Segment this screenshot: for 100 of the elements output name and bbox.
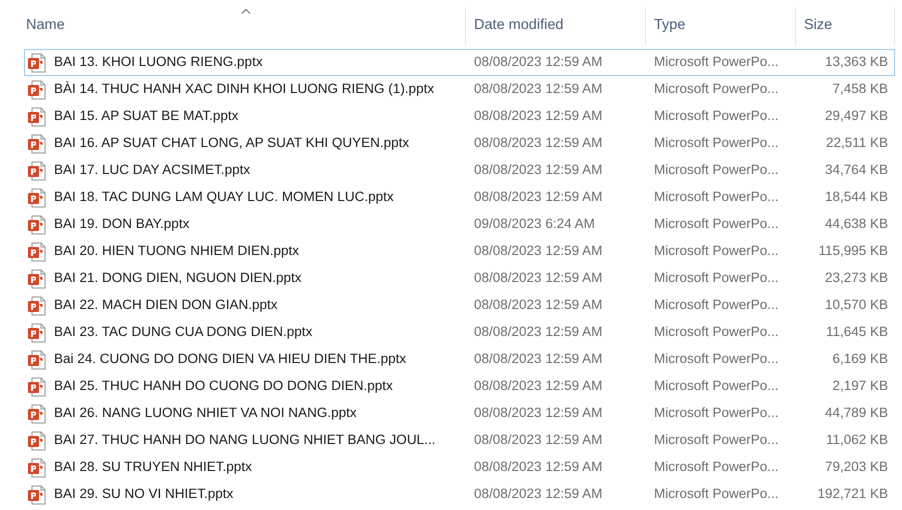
file-type: Microsoft PowerPo... — [653, 215, 780, 234]
file-type: Microsoft PowerPo... — [653, 323, 780, 342]
file-size: 11,062 KB — [824, 431, 889, 450]
file-size: 13,363 KB — [824, 53, 889, 72]
presentation-file-icon — [27, 242, 47, 262]
column-header[interactable]: Date modified — [465, 8, 645, 45]
file-row[interactable]: BAI 23. TAC DUNG CUA DONG DIEN.pptx 08/08/2023 12:59 AM Microsoft PowerPo... 11,645 KB — [24, 319, 895, 346]
presentation-file-icon — [27, 214, 47, 234]
file-row[interactable]: BAI 22. MACH DIEN DON GIAN.pptx 08/08/2023 12:59 AM Microsoft PowerPo... 10,570 KB — [24, 292, 895, 319]
file-name: Bai 24. CUONG DO DONG DIEN VA HIEU DIEN THE.pptx — [54, 350, 406, 368]
date-modified: 08/08/2023 12:59 AM — [473, 161, 604, 180]
date-modified: 08/08/2023 12:59 AM — [473, 323, 604, 342]
file-row[interactable]: BAI 28. SU TRUYEN NHIET.pptx 08/08/2023 12:59 AM Microsoft PowerPo... 79,203 KB — [24, 454, 895, 481]
date-modified: 09/08/2023 6:24 AM — [473, 215, 596, 234]
file-row[interactable]: BAI 15. AP SUAT BE MAT.pptx 08/08/2023 12:59 AM Microsoft PowerPo... 29,497 KB — [24, 103, 895, 130]
date-modified: 08/08/2023 12:59 AM — [473, 458, 604, 476]
file-row[interactable]: BAI 21. DONG DIEN, NGUON DIEN.pptx 08/08/2023 12:59 AM Microsoft PowerPo... 23,273 KB — [24, 265, 895, 292]
column-header[interactable]: Size — [795, 8, 895, 45]
presentation-file-icon — [27, 458, 47, 478]
sort-ascending-icon — [240, 8, 250, 14]
file-type: Microsoft PowerPo... — [653, 269, 780, 288]
presentation-file-icon — [27, 188, 47, 208]
file-name: BAI 20. HIEN TUONG NHIEM DIEN.pptx — [54, 242, 300, 260]
file-name: BAI 15. AP SUAT BE MAT.pptx — [54, 107, 238, 126]
file-type: Microsoft PowerPo... — [653, 377, 780, 396]
file-type: Microsoft PowerPo... — [653, 431, 780, 450]
date-modified: 08/08/2023 12:59 AM — [473, 134, 604, 152]
presentation-file-icon — [27, 322, 47, 342]
file-size: 44,638 KB — [824, 215, 889, 234]
file-type: Microsoft PowerPo... — [653, 458, 780, 476]
file-name: BAI 29. SU NO VI NHIET.pptx — [54, 485, 234, 504]
file-size: 6,169 KB — [831, 350, 889, 368]
file-row[interactable]: BAI 27. THUC HANH DO NANG LUONG NHIET BANG JOUL... 08/08/2023 12:59 AM Microsoft PowerPo... 11,062 KB — [24, 427, 895, 454]
presentation-file-icon — [27, 52, 47, 72]
file-name: BAI 26. NANG LUONG NHIET VA NOI NANG.pptx — [54, 404, 357, 422]
file-name: BAI 25. THUC HANH DO CUONG DO DONG DIEN.pptx — [54, 377, 393, 396]
file-size: 29,497 KB — [824, 107, 889, 126]
file-size: 34,764 KB — [824, 161, 889, 180]
file-row[interactable]: BAI 13. KHOI LUONG RIENG.pptx 08/08/2023 12:59 AM Microsoft PowerPo... 13,363 KB — [24, 49, 895, 76]
presentation-file-icon — [27, 484, 47, 504]
column-header[interactable]: Name — [24, 2, 465, 45]
file-size: 7,458 KB — [831, 80, 889, 98]
presentation-file-icon — [27, 376, 47, 396]
date-modified: 08/08/2023 12:59 AM — [473, 80, 604, 98]
file-size: 11,645 KB — [824, 323, 889, 342]
file-type: Microsoft PowerPo... — [653, 134, 780, 152]
presentation-file-icon — [27, 106, 47, 126]
file-row[interactable]: BAI 20. HIEN TUONG NHIEM DIEN.pptx 08/08/2023 12:59 AM Microsoft PowerPo... 115,995 KB — [24, 238, 895, 265]
file-row[interactable]: BAI 19. DON BAY.pptx 09/08/2023 6:24 AM Microsoft PowerPo... 44,638 KB — [24, 211, 895, 238]
date-modified: 08/08/2023 12:59 AM — [473, 350, 604, 368]
file-size: 192,721 KB — [816, 485, 889, 504]
file-name: BÀI 14. THUC HANH XAC DINH KHOI LUONG RIENG (1).pptx — [54, 80, 434, 98]
file-type: Microsoft PowerPo... — [653, 404, 780, 422]
date-modified: 08/08/2023 12:59 AM — [473, 296, 604, 314]
date-modified: 08/08/2023 12:59 AM — [473, 53, 604, 72]
date-modified: 08/08/2023 12:59 AM — [473, 242, 604, 260]
column-header[interactable]: Type — [645, 8, 795, 45]
file-name: BAI 18. TAC DUNG LAM QUAY LUC. MOMEN LUC.pptx — [54, 188, 394, 206]
file-row[interactable]: BAI 16. AP SUAT CHAT LONG, AP SUAT KHI QUYEN.pptx 08/08/2023 12:59 AM Microsoft PowerPo... 22,511 KB — [24, 130, 895, 157]
file-type: Microsoft PowerPo... — [653, 80, 780, 98]
file-type: Microsoft PowerPo... — [653, 188, 780, 206]
file-size: 18,544 KB — [824, 188, 889, 206]
file-type: Microsoft PowerPo... — [653, 53, 780, 72]
date-modified: 08/08/2023 12:59 AM — [473, 404, 604, 422]
file-type: Microsoft PowerPo... — [653, 107, 780, 126]
file-name: BAI 16. AP SUAT CHAT LONG, AP SUAT KHI QUYEN.pptx — [54, 134, 410, 152]
file-size: 22,511 KB — [824, 134, 889, 152]
date-modified: 08/08/2023 12:59 AM — [473, 485, 604, 504]
file-name: BAI 13. KHOI LUONG RIENG.pptx — [54, 53, 263, 72]
file-name: BAI 23. TAC DUNG CUA DONG DIEN.pptx — [54, 323, 312, 342]
presentation-file-icon — [27, 404, 47, 424]
file-name: BAI 21. DONG DIEN, NGUON DIEN.pptx — [54, 269, 302, 288]
file-type: Microsoft PowerPo... — [653, 485, 780, 504]
file-name: BAI 17. LUC DAY ACSIMET.pptx — [54, 161, 250, 180]
file-name: BAI 28. SU TRUYEN NHIET.pptx — [54, 458, 252, 476]
date-modified: 08/08/2023 12:59 AM — [473, 377, 604, 396]
file-type: Microsoft PowerPo... — [653, 242, 780, 260]
file-row[interactable]: BAI 25. THUC HANH DO CUONG DO DONG DIEN.pptx 08/08/2023 12:59 AM Microsoft PowerPo... 2,197 KB — [24, 373, 895, 400]
presentation-file-icon — [27, 134, 47, 154]
file-row[interactable]: BAI 29. SU NO VI NHIET.pptx 08/08/2023 12:59 AM Microsoft PowerPo... 192,721 KB — [24, 481, 895, 508]
file-size: 2,197 KB — [831, 377, 889, 396]
file-size: 44,789 KB — [824, 404, 889, 422]
presentation-file-icon — [27, 160, 47, 180]
date-modified: 08/08/2023 12:59 AM — [473, 269, 604, 288]
file-type: Microsoft PowerPo... — [653, 350, 780, 368]
file-size: 115,995 KB — [817, 242, 889, 260]
file-row[interactable]: BAI 17. LUC DAY ACSIMET.pptx 08/08/2023 12:59 AM Microsoft PowerPo... 34,764 KB — [24, 157, 895, 184]
file-size: 10,570 KB — [824, 296, 889, 314]
date-modified: 08/08/2023 12:59 AM — [473, 431, 604, 450]
file-name: BAI 27. THUC HANH DO NANG LUONG NHIET BANG JOUL... — [54, 431, 436, 450]
file-row[interactable]: BAI 26. NANG LUONG NHIET VA NOI NANG.pptx 08/08/2023 12:59 AM Microsoft PowerPo... 44,789 KB — [24, 400, 895, 427]
file-row[interactable]: BAI 18. TAC DUNG LAM QUAY LUC. MOMEN LUC.pptx 08/08/2023 12:59 AM Microsoft PowerPo... 18,544 KB — [24, 184, 895, 211]
file-size: 79,203 KB — [824, 458, 889, 476]
date-modified: 08/08/2023 12:59 AM — [473, 107, 604, 126]
presentation-file-icon — [27, 268, 47, 288]
file-row[interactable]: Bai 24. CUONG DO DONG DIEN VA HIEU DIEN THE.pptx 08/08/2023 12:59 AM Microsoft PowerPo... 6,169 KB — [24, 346, 895, 373]
presentation-file-icon — [27, 430, 47, 450]
file-type: Microsoft PowerPo... — [653, 161, 780, 180]
file-row[interactable]: BÀI 14. THUC HANH XAC DINH KHOI LUONG RIENG (1).pptx 08/08/2023 12:59 AM Microsoft PowerPo... 7,458 KB — [24, 76, 895, 103]
file-size: 23,273 KB — [824, 269, 889, 288]
